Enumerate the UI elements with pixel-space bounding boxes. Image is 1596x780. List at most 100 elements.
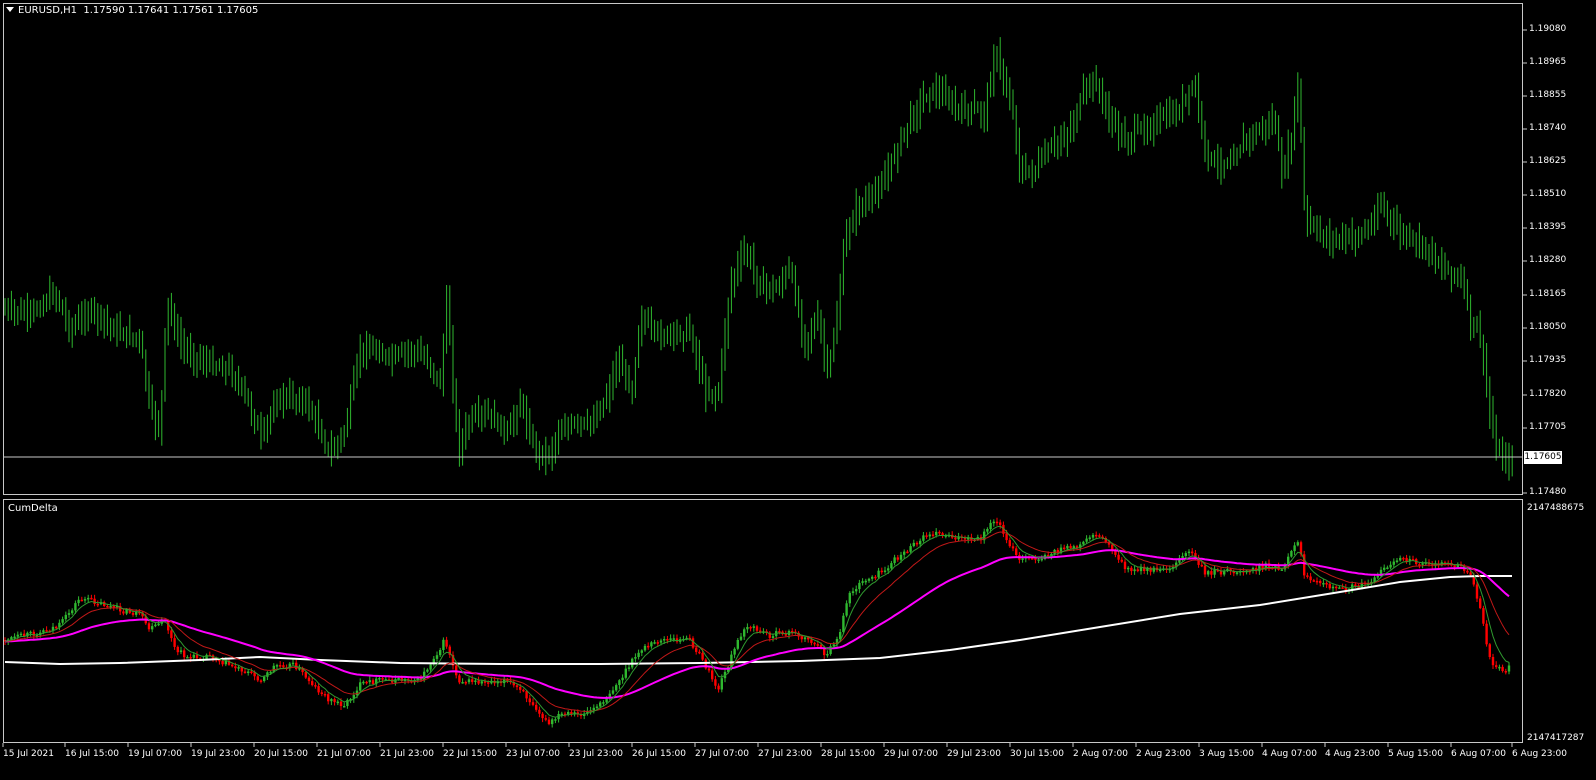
time-axis-label: 21 Jul 07:00	[317, 749, 371, 759]
cumdelta-candle-body	[55, 626, 58, 629]
cumdelta-candle-body	[1280, 569, 1283, 571]
price-axis-label: 1.17705	[1529, 422, 1567, 432]
cumdelta-candle-body	[531, 702, 535, 705]
cumdelta-candle-body	[880, 570, 883, 573]
price-chart-svg[interactable]	[0, 0, 1596, 780]
cumdelta-candle-body	[151, 626, 154, 630]
cumdelta-candle-body	[112, 606, 115, 608]
cumdelta-candle-body	[1015, 548, 1018, 555]
cumdelta-candle-body	[307, 677, 311, 682]
cumdelta-candle-body	[423, 671, 426, 681]
cumdelta-candle-body	[67, 613, 71, 615]
ma-fast-line	[4, 525, 1510, 718]
cumdelta-candle-body	[842, 615, 845, 632]
time-axis-label: 5 Aug 15:00	[1388, 749, 1443, 759]
cumdelta-candle-body	[554, 719, 557, 721]
cumdelta-candle-body	[173, 638, 176, 647]
cumdelta-candle-body	[669, 638, 672, 640]
cumdelta-candle-body	[323, 694, 327, 696]
cumdelta-candle-body	[90, 597, 93, 600]
cumdelta-candle-body	[1376, 576, 1379, 578]
price-axis-label: 1.17935	[1529, 355, 1567, 365]
cumdelta-candle-body	[61, 619, 64, 623]
cumdelta-candle-body	[810, 639, 813, 643]
cumdelta-candle-body	[919, 540, 922, 545]
dropdown-triangle-icon[interactable]	[6, 7, 14, 12]
cumdelta-candle-body	[1127, 567, 1130, 570]
cumdelta-candle-body	[359, 682, 362, 691]
cumdelta-candle-body	[1130, 567, 1133, 572]
cumdelta-candle-body	[698, 651, 701, 654]
cumdelta-candle-body	[743, 629, 746, 637]
cumdelta-candle-body	[1328, 583, 1331, 589]
cumdelta-candle-body	[1453, 565, 1456, 567]
cumdelta-candle-body	[29, 631, 32, 634]
cumdelta-candle-body	[867, 578, 871, 581]
cumdelta-candle-body	[864, 580, 867, 583]
cumdelta-candle-body	[320, 692, 323, 694]
cumdelta-candle-body	[624, 668, 627, 678]
cumdelta-candle-body	[986, 529, 989, 532]
price-bars	[4, 37, 1513, 481]
cumdelta-candle-body	[877, 570, 880, 578]
cumdelta-candle-body	[1207, 571, 1210, 575]
cumdelta-candle-body	[1034, 558, 1037, 560]
cumdelta-candle-body	[371, 680, 375, 685]
time-axis-label: 2 Aug 23:00	[1136, 749, 1191, 759]
cumdelta-candle-body	[1405, 557, 1408, 562]
cumdelta-candle-body	[464, 682, 467, 684]
cumdelta-candle-body	[627, 667, 631, 669]
cumdelta-candle-body	[701, 653, 704, 660]
cumdelta-candle-body	[602, 702, 605, 704]
cumdelta-candle-body	[339, 701, 343, 706]
cumdelta-candle-body	[615, 685, 618, 691]
cumdelta-candle-body	[1504, 671, 1507, 673]
cumdelta-candle-body	[899, 554, 903, 560]
cumdelta-candle-body	[714, 679, 717, 686]
price-axis-label: 1.18165	[1529, 289, 1567, 299]
cumdelta-candle-body	[282, 665, 285, 668]
time-axis-label: 29 Jul 07:00	[884, 749, 938, 759]
cumdelta-candle-body	[106, 606, 109, 608]
cumdelta-candle-body	[519, 687, 522, 690]
cumdelta-candle-body	[311, 681, 314, 686]
cumdelta-candle-body	[1098, 535, 1101, 537]
time-axis-label: 27 Jul 07:00	[695, 749, 749, 759]
cumdelta-candle-body	[1466, 570, 1469, 573]
cumdelta-candle-body	[122, 611, 125, 614]
cumdelta-candle-body	[19, 633, 23, 636]
cumdelta-candle-body	[1293, 545, 1296, 552]
cumdelta-candle-body	[858, 582, 861, 590]
cumdelta-candle-body	[672, 638, 675, 640]
cumdelta-candle-body	[883, 570, 887, 572]
cumdelta-candle-body	[599, 702, 602, 707]
cumdelta-candle-body	[1123, 561, 1127, 570]
cumdelta-candle-body	[605, 698, 608, 703]
price-axis-label: 1.18855	[1529, 90, 1567, 100]
price-axis-label: 1.18965	[1529, 57, 1567, 67]
cumdelta-candle-body	[861, 581, 864, 583]
cumdelta-candle-body	[871, 576, 874, 579]
cumdelta-candle-body	[1200, 564, 1203, 567]
cumdelta-candle-body	[931, 534, 935, 536]
cumdelta-candle-body	[343, 706, 346, 708]
cumdelta-candle-body	[813, 642, 816, 645]
cumdelta-candle-body	[291, 662, 295, 665]
cumdelta-candle-body	[778, 631, 781, 633]
cumdelta-candle-body	[458, 675, 461, 683]
cumdelta-candle-body	[874, 576, 877, 579]
ohlc-values: 1.17590 1.17641 1.17561 1.17605	[83, 5, 259, 16]
cumdelta-candle-body	[752, 626, 755, 628]
cumdelta-candle-body	[381, 678, 384, 680]
time-axis-label: 6 Aug 23:00	[1512, 749, 1567, 759]
time-axis-label: 16 Jul 15:00	[65, 749, 119, 759]
cumdelta-candle-body	[234, 666, 237, 669]
cumdelta-candle-body	[1021, 558, 1024, 560]
cumdelta-candle-body	[618, 680, 621, 685]
time-axis-label: 22 Jul 15:00	[443, 749, 497, 759]
time-axis-label: 23 Jul 23:00	[569, 749, 623, 759]
price-axis-label: 1.17820	[1529, 389, 1567, 399]
cumdelta-candle-body	[1184, 553, 1187, 557]
cumdelta-candle-body	[1335, 586, 1338, 589]
cumdelta-candle-body	[474, 680, 477, 682]
